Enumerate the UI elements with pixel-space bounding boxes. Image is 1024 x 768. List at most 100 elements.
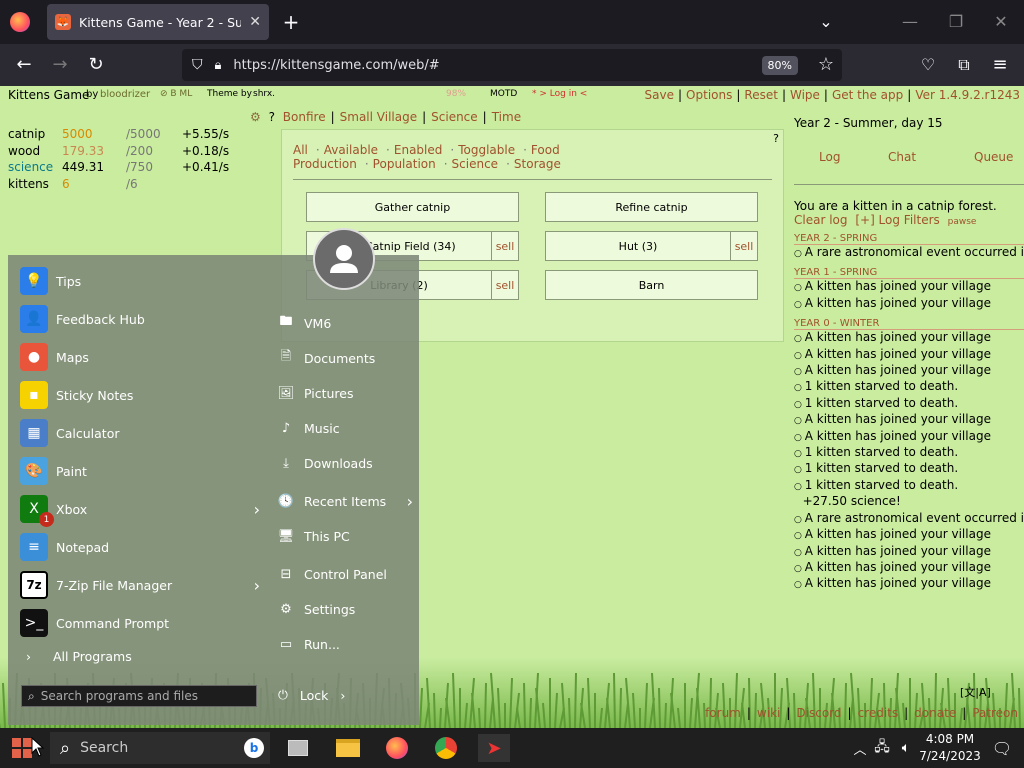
start-program-item[interactable]: 👤 Feedback Hub	[20, 301, 260, 337]
close-window-icon[interactable]: ✕	[991, 12, 1011, 32]
app-red-arrow-icon[interactable]: ➤	[478, 734, 510, 762]
settings-gear-icon[interactable]: ⚙	[250, 110, 261, 124]
start-place-item[interactable]: ⚙ Settings	[278, 594, 413, 624]
filter-link[interactable]: Togglable	[458, 143, 515, 157]
taskbar-search[interactable]: ⌕ Search b	[50, 732, 270, 764]
filter-link[interactable]: Population	[373, 157, 436, 171]
chevron-right-icon[interactable]: ›	[254, 500, 260, 519]
start-place-item[interactable]: ♪ Music	[278, 413, 413, 443]
start-place-item[interactable]: ⊟ Control Panel	[278, 559, 413, 589]
maximize-icon[interactable]: ❐	[946, 12, 966, 32]
panel-help-icon[interactable]: ?	[773, 132, 779, 145]
file-explorer-icon[interactable]	[334, 734, 362, 762]
help-icon[interactable]: ?	[269, 110, 275, 124]
hamburger-menu-icon[interactable]: ≡	[990, 55, 1010, 75]
start-place-item[interactable]: 🖼 Pictures	[278, 378, 413, 408]
top-link[interactable]: Save	[645, 88, 674, 102]
sell-library-button[interactable]: sell	[491, 271, 518, 299]
start-place-item[interactable]: ▭ Run...	[278, 629, 413, 659]
chevron-right-icon[interactable]: ›	[254, 576, 260, 595]
shield-icon[interactable]: ⛉	[192, 57, 203, 73]
task-view-icon[interactable]	[284, 734, 312, 762]
start-place-item[interactable]: 🖥 This PC	[278, 521, 413, 551]
sell-hut-button[interactable]: sell	[730, 232, 757, 260]
back-icon[interactable]: ←	[14, 55, 34, 75]
start-place-item[interactable]: 🖿 VM6	[278, 308, 413, 338]
bookmark-star-icon[interactable]: ☆	[816, 55, 836, 75]
lock-icon[interactable]: 🔒︎	[215, 58, 222, 73]
resource-row[interactable]: kittens 6/6	[8, 177, 242, 191]
footer-link[interactable]: Patreon	[972, 706, 1018, 720]
top-link[interactable]: Get the app	[832, 88, 903, 102]
resource-row[interactable]: science 449.31/750 +0.41/s	[8, 160, 242, 174]
clear-log-link[interactable]: Clear log	[794, 213, 848, 227]
minimize-icon[interactable]: —	[900, 12, 920, 32]
start-program-item[interactable]: 7z 7-Zip File Manager ›	[20, 567, 260, 603]
pawse-link[interactable]: pawse	[948, 217, 977, 227]
zoom-level[interactable]: 80%	[761, 55, 798, 75]
filter-link[interactable]: Enabled	[394, 143, 443, 157]
log-tab[interactable]: Log	[819, 150, 840, 164]
language-toggle[interactable]: [文|A]	[960, 684, 991, 700]
hut-button[interactable]: Hut (3) sell	[545, 231, 758, 261]
start-program-item[interactable]: X 1 Xbox ›	[20, 491, 260, 527]
motd-link[interactable]: MOTD	[490, 89, 517, 99]
log-tab[interactable]: Queue	[974, 150, 1013, 164]
game-tab[interactable]: Science	[431, 110, 478, 124]
start-program-item[interactable]: ▦ Calculator	[20, 415, 260, 451]
game-tab[interactable]: Time	[492, 110, 521, 124]
notifications-icon[interactable]: 🗨︎	[988, 734, 1016, 762]
resource-row[interactable]: wood 179.33/200 +0.18/s	[8, 144, 242, 158]
close-tab-icon[interactable]: ✕	[249, 14, 261, 30]
top-link[interactable]: Ver 1.4.9.2.r1243	[915, 88, 1020, 102]
lock-button[interactable]: ⏻ Lock ›	[278, 687, 345, 703]
resource-row[interactable]: catnip 5000/5000 +5.55/s	[8, 127, 242, 141]
all-programs-item[interactable]: › All Programs	[26, 649, 132, 664]
author-link[interactable]: bloodrizer	[100, 89, 150, 100]
firefox-menu-icon[interactable]	[10, 12, 30, 32]
new-tab-icon[interactable]: +	[281, 12, 301, 32]
start-program-item[interactable]: ● Maps	[20, 339, 260, 375]
footer-link[interactable]: credits	[858, 706, 899, 720]
browser-tab[interactable]: 🦊 Kittens Game - Year 2 - Summe ✕	[47, 4, 269, 40]
start-program-item[interactable]: 🎨 Paint	[20, 453, 260, 489]
top-link[interactable]: Options	[686, 88, 732, 102]
toggle-icons[interactable]: ⊘ B ML	[160, 89, 192, 99]
game-tab[interactable]: Bonfire	[283, 110, 326, 124]
refine-catnip-button[interactable]: Refine catnip	[545, 192, 758, 222]
bing-icon[interactable]: b	[244, 738, 264, 758]
start-search-box[interactable]: ⌕ Search programs and files	[21, 685, 257, 707]
chrome-icon[interactable]	[432, 734, 460, 762]
filter-link[interactable]: Storage	[514, 157, 561, 171]
start-program-item[interactable]: 💡 Tips	[20, 263, 260, 299]
extensions-icon[interactable]: ⧉	[954, 55, 974, 75]
filter-link[interactable]: Science	[452, 157, 499, 171]
chevron-right-icon[interactable]: ›	[407, 492, 413, 511]
footer-link[interactable]: forum	[705, 706, 741, 720]
footer-link[interactable]: wiki	[757, 706, 780, 720]
start-place-item[interactable]: ⤓ Downloads	[278, 448, 413, 478]
start-program-item[interactable]: ≡ Notepad	[20, 529, 260, 565]
game-tab[interactable]: Small Village	[340, 110, 417, 124]
top-link[interactable]: Reset	[744, 88, 778, 102]
volume-icon[interactable]: 🔈︎	[892, 734, 920, 762]
list-all-tabs-icon[interactable]: ⌄	[816, 12, 836, 32]
chevron-right-icon[interactable]: ›	[340, 688, 345, 703]
log-filters-link[interactable]: [+] Log Filters	[855, 213, 939, 227]
start-place-item[interactable]: 🗎 Documents	[278, 343, 413, 373]
clock[interactable]: 4:08 PM 7/24/2023	[918, 731, 982, 765]
reload-icon[interactable]: ↻	[86, 55, 106, 75]
url-text[interactable]: https://kittensgame.com/web/#	[233, 58, 439, 73]
filter-link[interactable]: All	[293, 143, 308, 157]
firefox-icon[interactable]	[383, 734, 411, 762]
address-bar[interactable]: ⛉ 🔒︎ https://kittensgame.com/web/# 80%	[182, 49, 842, 81]
sell-field-button[interactable]: sell	[491, 232, 518, 260]
footer-link[interactable]: Discord	[796, 706, 841, 720]
user-avatar[interactable]	[313, 228, 375, 290]
forward-icon[interactable]: →	[50, 55, 70, 75]
top-link[interactable]: Wipe	[790, 88, 820, 102]
barn-button[interactable]: Barn	[545, 270, 758, 300]
start-program-item[interactable]: ▪ Sticky Notes	[20, 377, 260, 413]
pocket-icon[interactable]: ♡	[918, 55, 938, 75]
log-tab[interactable]: Chat	[888, 150, 916, 164]
